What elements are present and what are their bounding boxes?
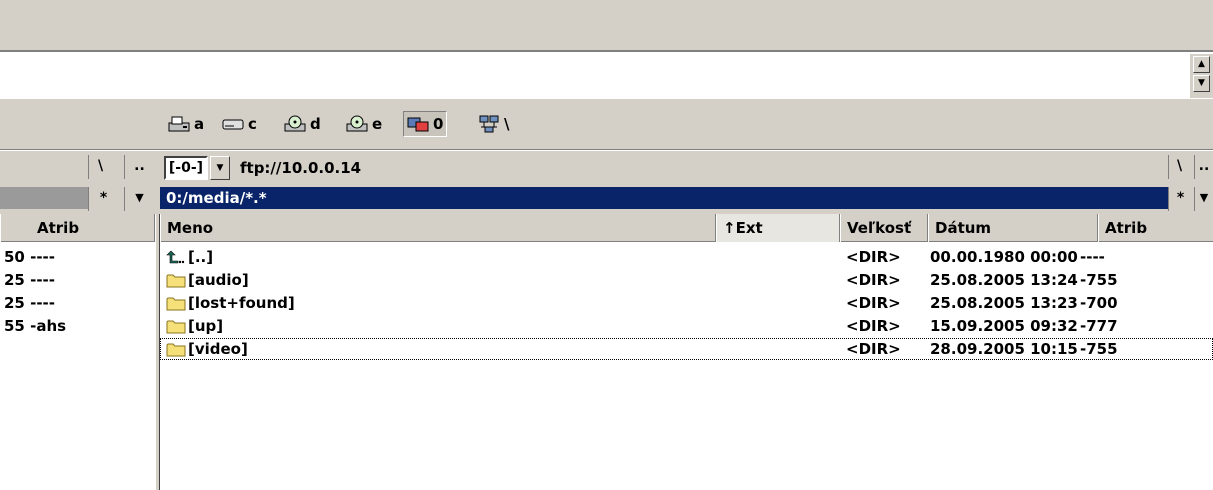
file-name: [audio] <box>188 271 249 289</box>
folder-icon <box>166 320 186 333</box>
file-date: 00.00.1980 00:00 <box>930 248 1078 266</box>
file-size: <DIR> <box>846 294 901 312</box>
file-date: 25.08.2005 13:24 <box>930 271 1078 289</box>
table-row[interactable]: [lost+found] <DIR> 25.08.2005 13:23 -700 <box>160 292 1213 314</box>
panel-path: ftp://10.0.0.14 <box>240 159 362 177</box>
drive-letter: e <box>372 115 383 133</box>
header-ext[interactable]: ↑Ext <box>716 214 840 242</box>
drive-button-ftp[interactable]: 0 <box>403 111 448 137</box>
right-root-button[interactable]: \ <box>1168 155 1190 179</box>
drive-letter: \ <box>504 115 510 133</box>
left-file-panel[interactable]: 50 ---- 25 ---- 25 ---- 55 -ahs <box>0 243 155 490</box>
file-name-cell: [video] <box>166 338 248 360</box>
file-size: <DIR> <box>846 317 901 335</box>
folder-icon <box>166 343 186 356</box>
drive-letter: c <box>248 115 257 133</box>
file-name-cell: [audio] <box>166 269 249 291</box>
file-name-cell: [lost+found] <box>166 292 295 314</box>
drive-selector[interactable]: [-0-] ▼ <box>164 156 230 180</box>
right-current-dir[interactable]: 0:/media/*.* <box>160 187 1168 209</box>
drive-letter: 0 <box>433 115 444 133</box>
header-size[interactable]: Veľkosť <box>840 214 928 242</box>
file-attr: -755 <box>1080 271 1118 289</box>
file-name-cell: [..] <box>166 246 213 268</box>
chevron-down-icon[interactable]: ▼ <box>210 156 230 180</box>
file-name: [video] <box>188 340 248 358</box>
file-size: <DIR> <box>846 340 901 358</box>
left-current-dir[interactable] <box>0 187 88 209</box>
hard-drive-icon <box>222 119 244 130</box>
cd-drive-icon <box>284 115 306 132</box>
ftp-connection-icon <box>407 117 429 132</box>
chevron-down-icon[interactable]: ▼ <box>1194 187 1213 211</box>
file-attr: -755 <box>1080 340 1118 358</box>
command-line-area[interactable] <box>0 54 1190 98</box>
table-row[interactable]: [..] <DIR> 00.00.1980 00:00 ---- <box>160 246 1213 268</box>
column-headers: Atrib Meno ↑Ext Veľkosť Dátum Atrib <box>0 214 1213 242</box>
table-row[interactable]: [up] <DIR> 15.09.2005 09:32 -777 <box>160 315 1213 337</box>
file-date: 15.09.2005 09:32 <box>930 317 1078 335</box>
drive-letter: a <box>194 115 205 133</box>
file-date: 28.09.2005 10:15 <box>930 340 1078 358</box>
network-icon <box>479 115 499 133</box>
file-attr: ---- <box>1080 248 1105 266</box>
command-scrollbar[interactable]: ▲ ▼ <box>1190 54 1213 98</box>
right-filter-button[interactable]: * <box>1168 187 1192 211</box>
drive-button-network[interactable]: \ <box>478 111 509 137</box>
header-name[interactable]: Meno <box>160 214 716 242</box>
file-name: [..] <box>188 248 214 266</box>
left-root-button[interactable]: \ <box>88 155 112 179</box>
left-up-button[interactable]: .. <box>124 155 154 179</box>
file-attr: -777 <box>1080 317 1118 335</box>
header-date[interactable]: Dátum <box>928 214 1098 242</box>
drive-selector-value: [-0-] <box>164 156 208 180</box>
file-name: [up] <box>188 317 224 335</box>
floppy-drive-icon <box>168 116 190 132</box>
list-item[interactable]: 25 ---- <box>4 269 55 291</box>
file-size: <DIR> <box>846 271 901 289</box>
current-directory-row: * ▼ 0:/media/*.* * ▼ <box>0 184 1213 214</box>
top-toolbar <box>0 0 1213 52</box>
path-row: \ .. [-0-] ▼ ftp://10.0.0.14 \ .. <box>0 151 1213 184</box>
folder-icon <box>166 274 186 287</box>
header-attr[interactable]: Atrib <box>1098 214 1213 242</box>
scroll-up-button[interactable]: ▲ <box>1193 56 1210 73</box>
table-row-focused[interactable]: [video] <DIR> 28.09.2005 10:15 -755 <box>160 338 1213 360</box>
list-item[interactable]: 25 ---- <box>4 292 55 314</box>
table-row[interactable]: [audio] <DIR> 25.08.2005 13:24 -755 <box>160 269 1213 291</box>
folder-icon <box>166 297 186 310</box>
drive-button-d[interactable]: d <box>284 111 321 137</box>
left-header-attr[interactable]: Atrib <box>0 214 155 242</box>
drive-button-a[interactable]: a <box>168 111 204 137</box>
drive-button-c[interactable]: c <box>222 111 257 137</box>
list-item[interactable]: 50 ---- <box>4 246 55 268</box>
drive-button-e[interactable]: e <box>346 111 382 137</box>
chevron-down-icon[interactable]: ▼ <box>124 187 154 211</box>
left-filter-button[interactable]: * <box>88 187 118 211</box>
file-attr: -700 <box>1080 294 1118 312</box>
scroll-down-button[interactable]: ▼ <box>1193 75 1210 92</box>
file-size: <DIR> <box>846 248 901 266</box>
cd-drive-icon <box>346 115 368 132</box>
list-item[interactable]: 55 -ahs <box>4 315 66 337</box>
right-up-button[interactable]: .. <box>1194 155 1213 179</box>
right-file-panel[interactable]: [..] <DIR> 00.00.1980 00:00 ---- [audio]… <box>160 243 1213 490</box>
drive-letter: d <box>310 115 321 133</box>
up-dir-icon <box>166 250 185 263</box>
drive-bar: a c d e 0 \ <box>0 98 1213 150</box>
file-name-cell: [up] <box>166 315 223 337</box>
file-name: [lost+found] <box>188 294 295 312</box>
file-date: 25.08.2005 13:23 <box>930 294 1078 312</box>
